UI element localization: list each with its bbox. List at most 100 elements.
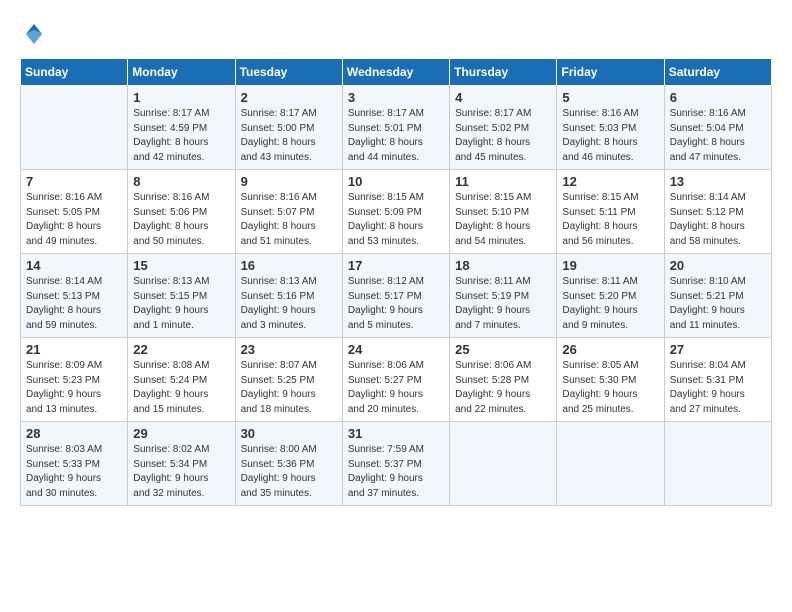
day-number: 11 <box>455 174 551 189</box>
day-number: 29 <box>133 426 229 441</box>
calendar-cell: 28 Sunrise: 8:03 AM Sunset: 5:33 PM Dayli… <box>21 422 128 506</box>
day-info: Sunrise: 8:06 AM Sunset: 5:27 PM Dayligh… <box>348 359 444 417</box>
day-number: 14 <box>26 258 122 273</box>
weekday-header-thursday: Thursday <box>450 59 557 86</box>
calendar-cell <box>664 422 771 506</box>
weekday-header-friday: Friday <box>557 59 664 86</box>
calendar-cell: 22Sunrise: 8:08 AM Sunset: 5:24 PM Dayli… <box>128 338 235 422</box>
week-row-2: 7 Sunrise: 8:16 AM Sunset: 5:05 PM Daylig… <box>21 170 772 254</box>
day-number: 12 <box>562 174 658 189</box>
day-info: Sunrise: 8:11 AM Sunset: 5:19 PM Dayligh… <box>455 275 551 333</box>
day-number: 13 <box>670 174 766 189</box>
calendar-cell: 30 Sunrise: 8:00 AM Sunset: 5:36 PM Dayli… <box>235 422 342 506</box>
day-info: Sunrise: 8:10 AM Sunset: 5:21 PM Dayligh… <box>670 275 766 333</box>
day-number: 21 <box>26 342 122 357</box>
day-info: Sunrise: 8:16 AM Sunset: 5:04 PM Dayligh… <box>670 107 766 165</box>
day-number: 18 <box>455 258 551 273</box>
calendar-cell: 20 Sunrise: 8:10 AM Sunset: 5:21 PM Dayli… <box>664 254 771 338</box>
day-info: Sunrise: 8:09 AM Sunset: 5:23 PM Dayligh… <box>26 359 122 417</box>
weekday-header-monday: Monday <box>128 59 235 86</box>
week-row-1: 1Sunrise: 8:17 AM Sunset: 4:59 PM Daylig… <box>21 86 772 170</box>
day-number: 28 <box>26 426 122 441</box>
day-number: 23 <box>241 342 337 357</box>
day-info: Sunrise: 8:15 AM Sunset: 5:09 PM Dayligh… <box>348 191 444 249</box>
calendar-cell: 2Sunrise: 8:17 AM Sunset: 5:00 PM Daylig… <box>235 86 342 170</box>
weekday-header-wednesday: Wednesday <box>342 59 449 86</box>
calendar-cell: 23 Sunrise: 8:07 AM Sunset: 5:25 PM Dayli… <box>235 338 342 422</box>
day-info: Sunrise: 8:13 AM Sunset: 5:16 PM Dayligh… <box>241 275 337 333</box>
calendar-cell <box>557 422 664 506</box>
day-info: Sunrise: 8:14 AM Sunset: 5:12 PM Dayligh… <box>670 191 766 249</box>
calendar-cell: 6Sunrise: 8:16 AM Sunset: 5:04 PM Daylig… <box>664 86 771 170</box>
calendar-cell: 18 Sunrise: 8:11 AM Sunset: 5:19 PM Dayli… <box>450 254 557 338</box>
day-info: Sunrise: 8:12 AM Sunset: 5:17 PM Dayligh… <box>348 275 444 333</box>
calendar-table: SundayMondayTuesdayWednesdayThursdayFrid… <box>20 58 772 506</box>
calendar-cell: 25 Sunrise: 8:06 AM Sunset: 5:28 PM Dayli… <box>450 338 557 422</box>
calendar-cell: 24 Sunrise: 8:06 AM Sunset: 5:27 PM Dayli… <box>342 338 449 422</box>
calendar-cell: 7 Sunrise: 8:16 AM Sunset: 5:05 PM Daylig… <box>21 170 128 254</box>
calendar-cell: 21 Sunrise: 8:09 AM Sunset: 5:23 PM Dayli… <box>21 338 128 422</box>
day-info: Sunrise: 8:17 AM Sunset: 5:01 PM Dayligh… <box>348 107 444 165</box>
day-number: 20 <box>670 258 766 273</box>
day-number: 22 <box>133 342 229 357</box>
day-number: 16 <box>241 258 337 273</box>
day-info: Sunrise: 8:03 AM Sunset: 5:33 PM Dayligh… <box>26 443 122 501</box>
day-info: Sunrise: 8:04 AM Sunset: 5:31 PM Dayligh… <box>670 359 766 417</box>
day-info: Sunrise: 8:15 AM Sunset: 5:10 PM Dayligh… <box>455 191 551 249</box>
calendar-cell: 10Sunrise: 8:15 AM Sunset: 5:09 PM Dayli… <box>342 170 449 254</box>
day-number: 31 <box>348 426 444 441</box>
calendar-cell: 1Sunrise: 8:17 AM Sunset: 4:59 PM Daylig… <box>128 86 235 170</box>
day-info: Sunrise: 8:15 AM Sunset: 5:11 PM Dayligh… <box>562 191 658 249</box>
day-info: Sunrise: 8:17 AM Sunset: 5:02 PM Dayligh… <box>455 107 551 165</box>
day-number: 27 <box>670 342 766 357</box>
week-row-4: 21 Sunrise: 8:09 AM Sunset: 5:23 PM Dayli… <box>21 338 772 422</box>
day-number: 24 <box>348 342 444 357</box>
weekday-header-sunday: Sunday <box>21 59 128 86</box>
weekday-header-row: SundayMondayTuesdayWednesdayThursdayFrid… <box>21 59 772 86</box>
calendar-cell: 17 Sunrise: 8:12 AM Sunset: 5:17 PM Dayli… <box>342 254 449 338</box>
day-number: 17 <box>348 258 444 273</box>
day-info: Sunrise: 8:07 AM Sunset: 5:25 PM Dayligh… <box>241 359 337 417</box>
calendar-cell: 8 Sunrise: 8:16 AM Sunset: 5:06 PM Daylig… <box>128 170 235 254</box>
day-info: Sunrise: 8:16 AM Sunset: 5:05 PM Dayligh… <box>26 191 122 249</box>
day-info: Sunrise: 8:02 AM Sunset: 5:34 PM Dayligh… <box>133 443 229 501</box>
day-info: Sunrise: 8:13 AM Sunset: 5:15 PM Dayligh… <box>133 275 229 333</box>
day-info: Sunrise: 8:16 AM Sunset: 5:07 PM Dayligh… <box>241 191 337 249</box>
day-info: Sunrise: 8:16 AM Sunset: 5:06 PM Dayligh… <box>133 191 229 249</box>
day-info: Sunrise: 8:05 AM Sunset: 5:30 PM Dayligh… <box>562 359 658 417</box>
calendar-cell: 31 Sunrise: 7:59 AM Sunset: 5:37 PM Dayli… <box>342 422 449 506</box>
weekday-header-saturday: Saturday <box>664 59 771 86</box>
week-row-5: 28 Sunrise: 8:03 AM Sunset: 5:33 PM Dayli… <box>21 422 772 506</box>
calendar-cell: 14 Sunrise: 8:14 AM Sunset: 5:13 PM Dayli… <box>21 254 128 338</box>
day-number: 30 <box>241 426 337 441</box>
calendar-cell: 26Sunrise: 8:05 AM Sunset: 5:30 PM Dayli… <box>557 338 664 422</box>
day-number: 25 <box>455 342 551 357</box>
calendar-cell: 15Sunrise: 8:13 AM Sunset: 5:15 PM Dayli… <box>128 254 235 338</box>
day-number: 3 <box>348 90 444 105</box>
logo <box>20 20 52 48</box>
day-number: 7 <box>26 174 122 189</box>
weekday-header-tuesday: Tuesday <box>235 59 342 86</box>
day-info: Sunrise: 8:11 AM Sunset: 5:20 PM Dayligh… <box>562 275 658 333</box>
day-info: Sunrise: 8:06 AM Sunset: 5:28 PM Dayligh… <box>455 359 551 417</box>
day-number: 5 <box>562 90 658 105</box>
calendar-cell: 27 Sunrise: 8:04 AM Sunset: 5:31 PM Dayli… <box>664 338 771 422</box>
calendar-cell: 19Sunrise: 8:11 AM Sunset: 5:20 PM Dayli… <box>557 254 664 338</box>
week-row-3: 14 Sunrise: 8:14 AM Sunset: 5:13 PM Dayli… <box>21 254 772 338</box>
day-number: 1 <box>133 90 229 105</box>
calendar-cell: 3 Sunrise: 8:17 AM Sunset: 5:01 PM Daylig… <box>342 86 449 170</box>
day-info: Sunrise: 8:00 AM Sunset: 5:36 PM Dayligh… <box>241 443 337 501</box>
day-number: 9 <box>241 174 337 189</box>
day-info: Sunrise: 8:17 AM Sunset: 5:00 PM Dayligh… <box>241 107 337 165</box>
day-info: Sunrise: 8:14 AM Sunset: 5:13 PM Dayligh… <box>26 275 122 333</box>
calendar-cell: 13 Sunrise: 8:14 AM Sunset: 5:12 PM Dayli… <box>664 170 771 254</box>
calendar-cell: 29 Sunrise: 8:02 AM Sunset: 5:34 PM Dayli… <box>128 422 235 506</box>
page-header <box>20 20 772 48</box>
calendar-cell: 9 Sunrise: 8:16 AM Sunset: 5:07 PM Daylig… <box>235 170 342 254</box>
day-info: Sunrise: 7:59 AM Sunset: 5:37 PM Dayligh… <box>348 443 444 501</box>
calendar-cell: 4Sunrise: 8:17 AM Sunset: 5:02 PM Daylig… <box>450 86 557 170</box>
logo-icon <box>20 20 48 48</box>
calendar-cell <box>450 422 557 506</box>
calendar-cell: 11 Sunrise: 8:15 AM Sunset: 5:10 PM Dayli… <box>450 170 557 254</box>
day-number: 8 <box>133 174 229 189</box>
